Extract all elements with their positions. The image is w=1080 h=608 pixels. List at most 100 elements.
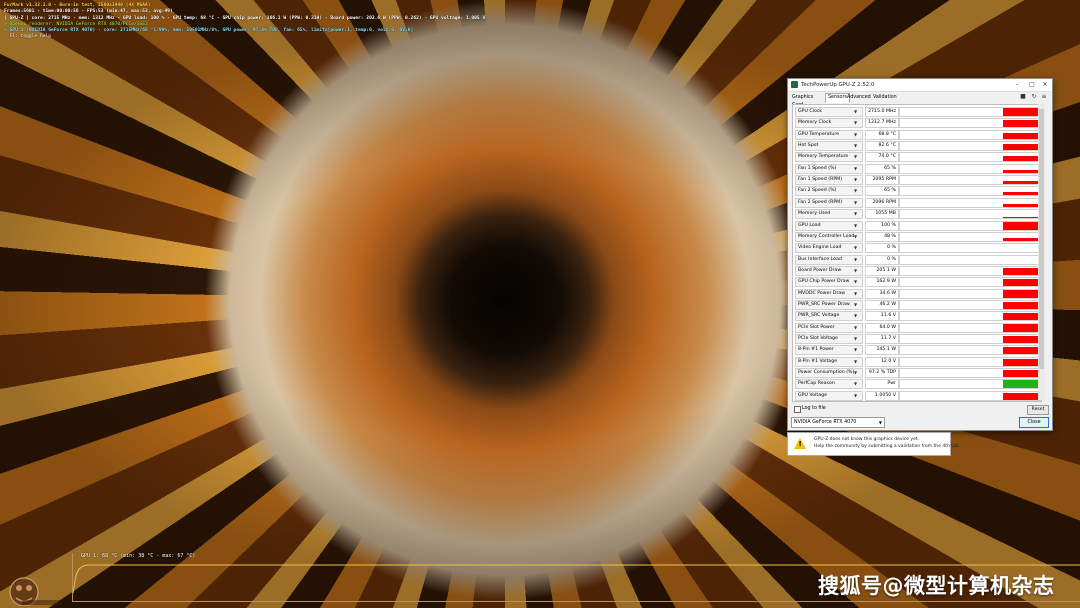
overlay-gpuz-stats: [ GPU-Z ] core: 2715 MHz - mem: 1312 MHz… xyxy=(4,15,486,21)
sensor-graph-bar xyxy=(1003,238,1039,241)
menu-icon[interactable]: ≡ xyxy=(1041,94,1047,100)
chevron-down-icon[interactable]: ▼ xyxy=(854,368,857,377)
chevron-down-icon[interactable]: ▼ xyxy=(854,266,857,275)
sensor-name-dropdown[interactable]: 8-Pin #1 Voltage xyxy=(795,356,863,367)
chevron-down-icon[interactable]: ▼ xyxy=(854,357,857,366)
chevron-down-icon[interactable]: ▼ xyxy=(854,311,857,320)
furmark-logo-icon xyxy=(9,577,62,606)
sensor-scrollbar-thumb[interactable] xyxy=(1039,109,1044,369)
sensor-name-dropdown[interactable]: Fan 1 Speed (RPM) xyxy=(795,175,863,186)
chevron-down-icon[interactable]: ▼ xyxy=(854,209,857,218)
chevron-down-icon[interactable]: ▼ xyxy=(854,186,857,195)
tab-graphics-card[interactable]: Graphics Card xyxy=(792,94,813,108)
sensor-graph-bar xyxy=(1003,380,1039,389)
device-select[interactable]: NVIDIA GeForce RTX 4070 ▼ xyxy=(791,417,885,428)
sensor-row: 8-Pin #1 Power ▼ 145.1 W xyxy=(794,344,1041,356)
sensor-row: GPU Temperature ▼ 68.8 °C xyxy=(794,129,1041,140)
sensor-graph xyxy=(899,107,1041,117)
furmark-overlay: FurMark v1.32.1.0 - Burn-in test, 2560x1… xyxy=(4,3,485,41)
sensor-graph xyxy=(899,379,1041,390)
sensor-name-dropdown[interactable]: Memory Controller Load xyxy=(795,231,863,242)
sensor-graph-bar xyxy=(1003,313,1039,321)
chevron-down-icon[interactable]: ▼ xyxy=(854,164,857,173)
sensor-name-dropdown[interactable]: PCIe Slot Voltage xyxy=(795,334,863,344)
sensor-graph-bar xyxy=(1003,169,1039,173)
sensor-row: Fan 1 Speed (%) ▼ 65 % xyxy=(794,163,1041,174)
sensor-name-dropdown[interactable]: PCIe Slot Power xyxy=(795,322,863,333)
sensor-graph xyxy=(899,141,1041,152)
chevron-down-icon[interactable]: ▼ xyxy=(854,243,857,252)
sensor-graph xyxy=(899,209,1041,220)
sensor-name-dropdown[interactable]: GPU Temperature xyxy=(795,129,863,140)
sensor-name-dropdown[interactable]: PWR_SRC Voltage xyxy=(795,311,863,322)
sensor-row: Video Engine Load ▼ 0 % xyxy=(794,242,1041,254)
sensor-name-dropdown[interactable]: GPU Voltage xyxy=(795,390,863,401)
chevron-down-icon[interactable]: ▼ xyxy=(854,345,857,354)
chevron-down-icon[interactable]: ▼ xyxy=(854,300,857,309)
log-to-file-checkbox[interactable] xyxy=(794,406,801,413)
chevron-down-icon[interactable]: ▼ xyxy=(854,130,857,139)
chevron-down-icon[interactable]: ▼ xyxy=(854,175,857,184)
chevron-down-icon[interactable]: ▼ xyxy=(854,379,857,388)
sensor-name-dropdown[interactable]: Bus Interface Load xyxy=(795,254,863,265)
sensor-value: 2715.0 MHz xyxy=(865,107,899,117)
sensor-value: 65 % xyxy=(865,186,899,197)
sensor-name-dropdown[interactable]: GPU Chip Power Draw xyxy=(795,277,863,288)
sensor-value: 34.6 W xyxy=(865,288,899,299)
sensor-name-dropdown[interactable]: GPU Clock xyxy=(795,107,863,117)
sensor-name-dropdown[interactable]: Memory Clock xyxy=(795,118,863,129)
close-button[interactable]: Close xyxy=(1019,417,1049,428)
maximize-button[interactable]: □ xyxy=(1025,80,1039,90)
sensor-name-dropdown[interactable]: Board Power Draw xyxy=(795,265,863,276)
chevron-down-icon[interactable]: ▼ xyxy=(854,118,857,127)
sensor-graph xyxy=(899,186,1041,197)
sensor-name-dropdown[interactable]: PWR_SRC Power Draw xyxy=(795,299,863,310)
chevron-down-icon[interactable]: ▼ xyxy=(854,323,857,332)
sensor-scrollbar[interactable] xyxy=(1038,104,1045,400)
sensor-name-dropdown[interactable]: Video Engine Load xyxy=(795,243,863,254)
sensor-name-dropdown[interactable]: Fan 2 Speed (RPM) xyxy=(795,197,863,208)
chevron-down-icon[interactable]: ▼ xyxy=(854,152,857,161)
chevron-down-icon[interactable]: ▼ xyxy=(854,198,857,207)
chevron-down-icon[interactable]: ▼ xyxy=(854,255,857,264)
sensor-name-dropdown[interactable]: Memory Used xyxy=(795,209,863,220)
close-window-button[interactable]: ✕ xyxy=(1038,80,1052,90)
sensor-value: 1312.7 MHz xyxy=(865,118,899,129)
sensor-graph-bar xyxy=(1003,279,1039,287)
sensor-name-dropdown[interactable]: 8-Pin #1 Power xyxy=(795,345,863,356)
gpuz-unknown-device-notice[interactable]: ! GPU-Z does not know this graphics devi… xyxy=(787,432,960,456)
sensor-value: 48 % xyxy=(865,231,899,242)
sensor-row: Fan 1 Speed (RPM) ▼ 2095 RPM xyxy=(794,174,1041,186)
refresh-icon[interactable]: ↻ xyxy=(1031,94,1037,100)
reset-button[interactable]: Reset xyxy=(1027,405,1049,415)
sensor-name-dropdown[interactable]: Fan 2 Speed (%) xyxy=(795,186,863,197)
sensor-name-dropdown[interactable]: GPU Load xyxy=(795,220,863,231)
log-to-file-label: Log to file xyxy=(802,406,826,411)
camera-icon[interactable]: ■ xyxy=(1020,94,1026,100)
chevron-down-icon[interactable]: ▼ xyxy=(854,334,857,343)
chevron-down-icon[interactable]: ▼ xyxy=(854,277,857,286)
sensor-graph-bar xyxy=(1003,133,1039,139)
sensor-name-dropdown[interactable]: Fan 1 Speed (%) xyxy=(795,163,863,174)
chevron-down-icon[interactable]: ▼ xyxy=(854,221,857,230)
sensor-graph xyxy=(899,299,1041,310)
tab-validation[interactable]: Validation xyxy=(873,94,897,102)
chevron-down-icon[interactable]: ▼ xyxy=(854,141,857,150)
sensor-name-dropdown[interactable]: PerfCap Reason xyxy=(795,379,863,390)
chevron-down-icon[interactable]: ▼ xyxy=(854,107,857,116)
sensor-list: GPU Clock ▼ 2715.0 MHz Memory Clock ▼ 1312.7 … xyxy=(792,104,1042,402)
chevron-down-icon[interactable]: ▼ xyxy=(854,391,857,400)
sensor-name-dropdown[interactable]: Memory Temperature xyxy=(795,152,863,163)
tab-advanced[interactable]: Advanced xyxy=(847,94,871,102)
sensor-row: PWR_SRC Voltage ▼ 11.6 V xyxy=(794,310,1041,322)
sensor-name-dropdown[interactable]: Hot Spot xyxy=(795,141,863,152)
sensor-name-dropdown[interactable]: MVDDC Power Draw xyxy=(795,288,863,299)
sensor-row: Fan 2 Speed (%) ▼ 65 % xyxy=(794,185,1041,197)
sensor-name-dropdown[interactable]: Power Consumption (%) xyxy=(795,368,863,379)
chevron-down-icon[interactable]: ▼ xyxy=(854,232,857,241)
gpuz-titlebar[interactable]: TechPowerUp GPU-Z 2.52.0 – □ ✕ xyxy=(788,79,1052,92)
chevron-down-icon[interactable]: ▼ xyxy=(854,289,857,298)
sensor-row: Hot Spot ▼ 82.6 °C xyxy=(794,140,1041,152)
sensor-graph-bar xyxy=(1003,358,1039,366)
minimize-button[interactable]: – xyxy=(1010,80,1024,90)
